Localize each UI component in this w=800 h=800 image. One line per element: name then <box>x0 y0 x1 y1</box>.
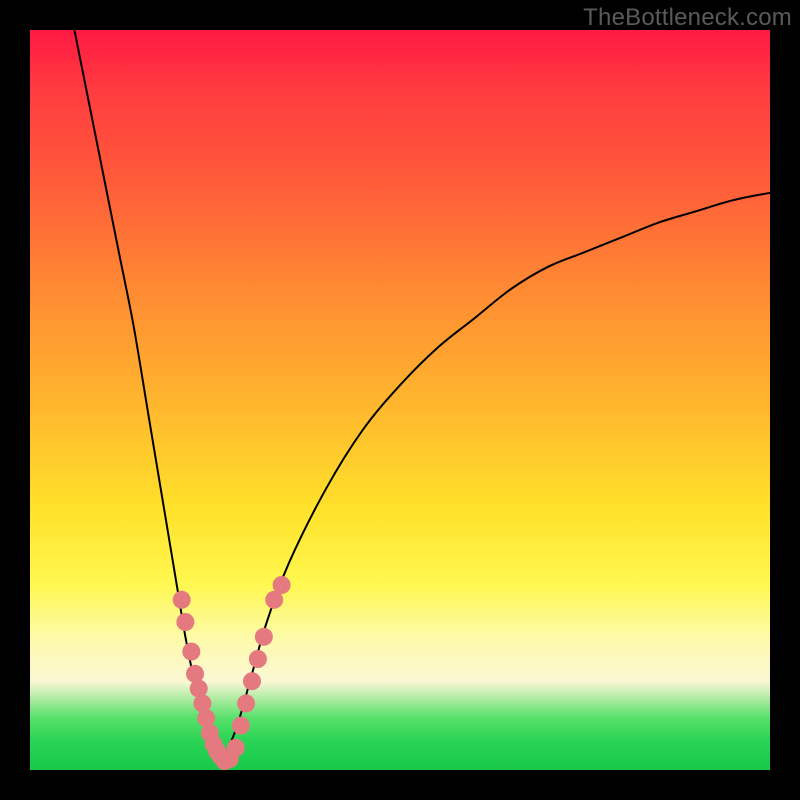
plot-background <box>30 30 770 770</box>
chart-frame: TheBottleneck.com <box>0 0 800 800</box>
watermark-text: TheBottleneck.com <box>583 4 792 32</box>
